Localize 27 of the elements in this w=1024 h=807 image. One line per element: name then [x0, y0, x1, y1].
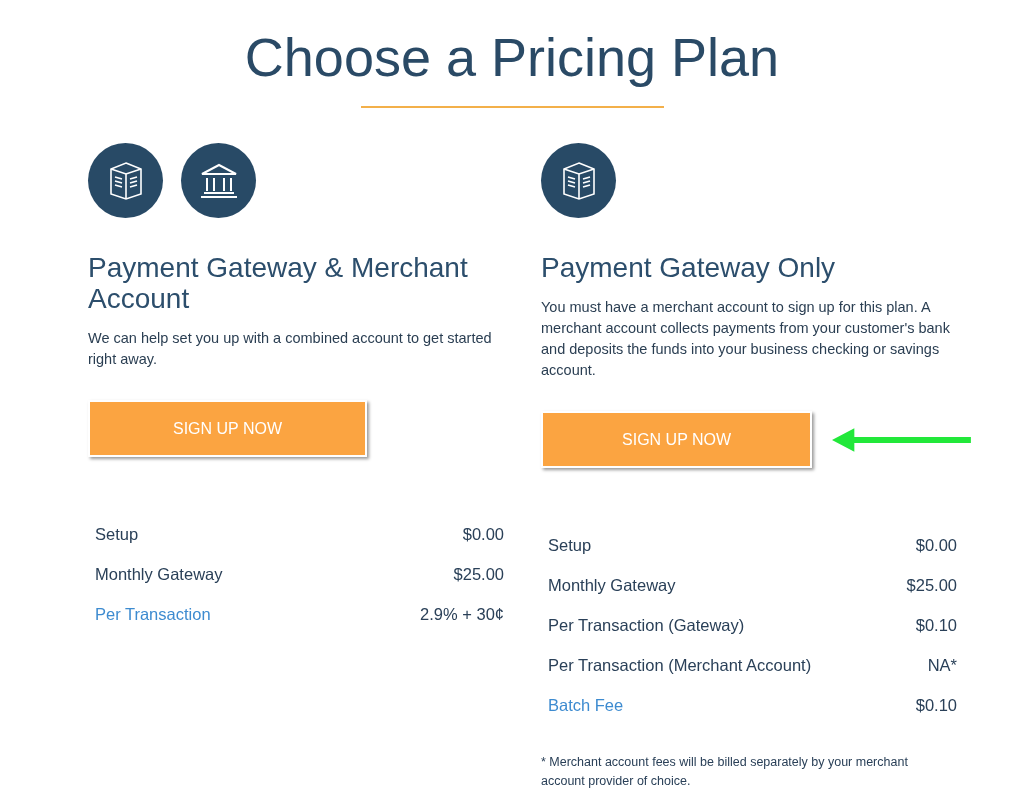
- server-icon: [107, 160, 144, 201]
- fee-label: Monthly Gateway: [548, 574, 676, 596]
- page-title: Choose a Pricing Plan: [244, 26, 780, 89]
- fee-value: NA*: [927, 654, 957, 676]
- fee-value: $0.10: [915, 614, 957, 636]
- plan-heading: Payment Gateway Only: [541, 252, 837, 283]
- fee-value: $0.00: [462, 523, 504, 545]
- fee-label: Per Transaction (Gateway): [548, 614, 745, 636]
- sign-up-button[interactable]: SIGN UP NOW: [541, 411, 813, 468]
- fee-label: Per Transaction (Merchant Account): [548, 654, 812, 676]
- bank-icon: [198, 161, 239, 200]
- fee-link[interactable]: Batch Fee: [548, 692, 624, 718]
- fee-label: Monthly Gateway: [95, 563, 223, 585]
- plan-description: You must have a merchant account to sign up for this plan. A merchant account collects payments from your customer's bank and deposits the funds into your business checking or savings account.: [541, 298, 951, 380]
- fee-link[interactable]: Per Transaction: [95, 601, 211, 627]
- fee-label: Setup: [548, 534, 592, 556]
- fee-value: $0.10: [915, 694, 957, 716]
- server-icon: [560, 160, 597, 201]
- plan-heading: Payment Gateway & Merchant Account: [88, 252, 469, 314]
- fee-value: $25.00: [453, 563, 504, 585]
- footnote: * Merchant account fees will be billed separately by your merchant account provider of choice.: [541, 754, 909, 790]
- plan-description: We can help set you up with a combined account to get started right away.: [88, 329, 493, 369]
- fee-value: 2.9% + 30¢: [420, 603, 504, 625]
- fee-label: Setup: [95, 523, 139, 545]
- fee-value: $25.00: [906, 574, 957, 596]
- fee-value: $0.00: [915, 534, 957, 556]
- sign-up-button[interactable]: SIGN UP NOW: [88, 400, 367, 457]
